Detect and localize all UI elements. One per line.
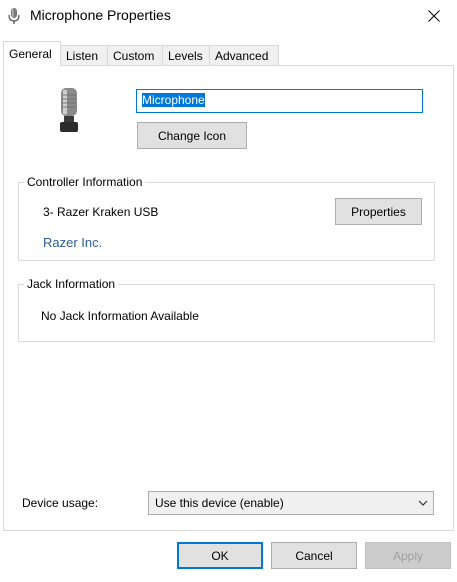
window-title: Microphone Properties <box>30 7 171 23</box>
tab-label: Levels <box>168 49 203 63</box>
microphone-icon <box>8 8 20 24</box>
jack-group-label: Jack Information <box>24 277 119 291</box>
apply-button[interactable]: Apply <box>365 542 451 569</box>
close-button[interactable] <box>411 0 457 32</box>
device-usage-value: Use this device (enable) <box>155 496 284 510</box>
tab-listen[interactable]: Listen <box>60 45 108 65</box>
tab-levels[interactable]: Levels <box>162 45 210 65</box>
tab-general[interactable]: General <box>3 41 61 66</box>
apply-label: Apply <box>392 548 424 563</box>
device-usage-label: Device usage: <box>22 496 99 510</box>
ok-label: OK <box>211 548 229 563</box>
device-name-value: Microphone <box>142 93 205 107</box>
controller-group-label: Controller Information <box>24 175 146 189</box>
properties-label: Properties <box>351 204 406 219</box>
tab-strip: General Listen Custom Levels Advanced <box>3 41 454 66</box>
title-bar: Microphone Properties <box>0 0 457 32</box>
tab-label: General <box>9 47 52 61</box>
controller-properties-button[interactable]: Properties <box>335 198 422 225</box>
microphone-icon <box>60 88 78 132</box>
tab-label: Listen <box>66 49 99 63</box>
tab-label: Advanced <box>215 49 269 63</box>
chevron-down-icon <box>418 500 428 506</box>
cancel-label: Cancel <box>295 548 333 563</box>
tab-custom[interactable]: Custom <box>107 45 163 65</box>
tab-advanced[interactable]: Advanced <box>209 45 279 65</box>
change-icon-button[interactable]: Change Icon <box>137 122 247 149</box>
change-icon-label: Change Icon <box>157 128 227 143</box>
ok-button[interactable]: OK <box>177 542 263 569</box>
cancel-button[interactable]: Cancel <box>271 542 357 569</box>
device-name-field[interactable]: Microphone <box>136 89 423 113</box>
jack-status: No Jack Information Available <box>41 309 199 323</box>
close-icon <box>428 10 440 22</box>
tab-label: Custom <box>113 49 155 63</box>
vendor-link[interactable]: Razer Inc. <box>43 235 102 250</box>
device-usage-select[interactable]: Use this device (enable) <box>148 491 434 515</box>
controller-device-name: 3- Razer Kraken USB <box>43 205 159 219</box>
